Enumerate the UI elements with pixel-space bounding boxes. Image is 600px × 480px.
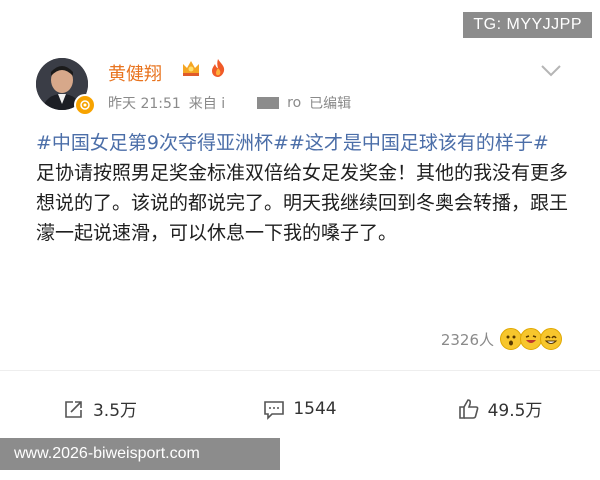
post-content: #中国女足第9次夺得亚洲杯##这才是中国足球该有的样子# 足协请按照男足奖金标准… bbox=[36, 128, 568, 248]
reaction-count: 2326人 bbox=[440, 330, 494, 349]
post-source-prefix: 来自 i bbox=[188, 96, 226, 112]
hashtag-link[interactable]: #这才是中国足球该有的样子# bbox=[289, 132, 549, 154]
comment-icon bbox=[264, 400, 285, 420]
grinning-emoji-icon bbox=[540, 328, 562, 350]
edited-label: 已编辑 bbox=[309, 96, 352, 112]
redacted-block bbox=[257, 97, 280, 109]
verified-badge-icon bbox=[74, 94, 96, 116]
post-meta: 昨天 21:51 来自 i ro 已编辑 bbox=[108, 93, 351, 113]
post-body: 足协请按照男足奖金标准双倍给女足发奖金！其他的我没有更多想说的了。该说的都说完了… bbox=[36, 162, 569, 244]
chevron-down-icon[interactable] bbox=[540, 64, 562, 78]
comment-button[interactable]: 1544 bbox=[200, 396, 400, 421]
watermark-site: www.2026-biweisport.com bbox=[0, 438, 280, 470]
action-bar: 3.5万 1544 49.5万 bbox=[0, 396, 600, 421]
reaction-summary[interactable]: 2326人 bbox=[441, 328, 562, 350]
laughing-emoji-icon bbox=[520, 328, 542, 350]
surprised-emoji-icon bbox=[500, 328, 522, 350]
like-count: 49.5万 bbox=[487, 401, 543, 421]
user-badges bbox=[180, 58, 228, 78]
divider bbox=[0, 370, 600, 371]
fire-icon bbox=[212, 59, 225, 77]
username[interactable]: 黄健翔 bbox=[108, 60, 162, 86]
member-crown-icon bbox=[183, 61, 199, 76]
post-source-suffix: ro bbox=[287, 95, 302, 111]
like-button[interactable]: 49.5万 bbox=[400, 396, 600, 421]
comment-count: 1544 bbox=[293, 398, 337, 419]
repost-count: 3.5万 bbox=[92, 401, 138, 421]
repost-button[interactable]: 3.5万 bbox=[0, 396, 200, 421]
hashtag-link[interactable]: #中国女足第9次夺得亚洲杯# bbox=[36, 132, 289, 154]
post-time: 昨天 21:51 bbox=[108, 96, 181, 112]
thumbs-up-icon bbox=[458, 398, 478, 419]
repost-icon bbox=[65, 400, 82, 418]
watermark-tg: TG: MYYJJPP bbox=[463, 12, 592, 38]
